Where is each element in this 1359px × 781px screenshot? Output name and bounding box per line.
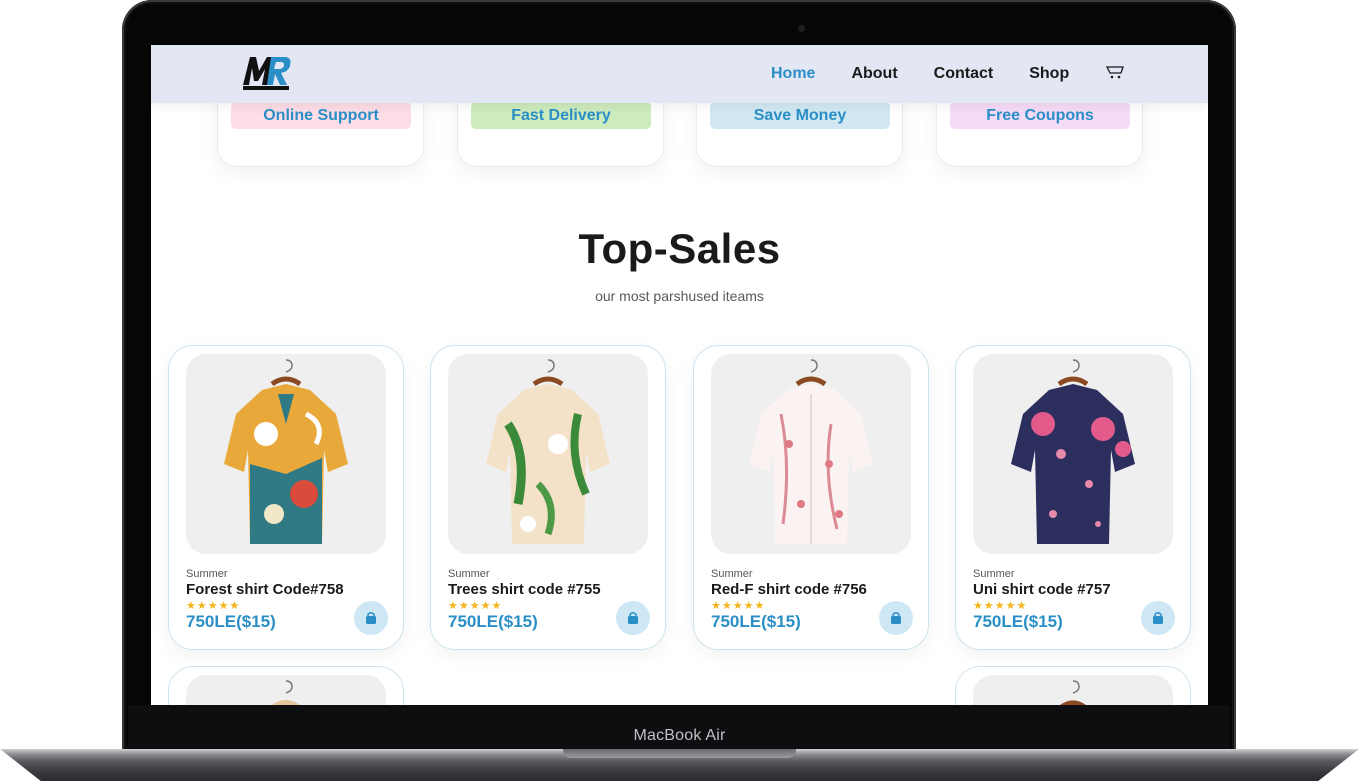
- product-name[interactable]: Trees shirt code #755: [448, 581, 601, 598]
- rating-stars: ★★★★★: [448, 600, 503, 612]
- add-to-cart-button[interactable]: [616, 601, 650, 635]
- laptop-notch: [563, 749, 796, 758]
- product-brand: Summer: [711, 568, 753, 580]
- product-card[interactable]: Summer Red-F shirt code #756 ★★★★★ 750LE…: [693, 345, 929, 650]
- product-price: 750LE($15): [973, 612, 1063, 631]
- add-to-cart-button[interactable]: [1141, 601, 1175, 635]
- cart-icon[interactable]: [1105, 62, 1127, 87]
- rating-stars: ★★★★★: [973, 600, 1028, 612]
- store-logo[interactable]: [241, 51, 293, 93]
- product-card[interactable]: Summer Trees shirt code #755 ★★★★★ 750LE…: [430, 345, 666, 650]
- product-card[interactable]: [168, 666, 404, 705]
- nav-links: Home About Contact Shop: [771, 45, 1127, 103]
- nav-link-contact[interactable]: Contact: [934, 65, 994, 83]
- rating-stars: ★★★★★: [711, 600, 766, 612]
- shopping-bag-icon: [366, 612, 376, 624]
- section-subtitle: our most parshused iteams: [595, 288, 764, 304]
- shopping-bag-icon: [891, 612, 901, 624]
- section-title: Top-Sales: [578, 225, 781, 272]
- feature-label: Free Coupons: [950, 102, 1130, 129]
- logo-mark: [243, 57, 291, 90]
- navbar: Home About Contact Shop: [151, 45, 1208, 103]
- product-image[interactable]: [711, 354, 911, 554]
- add-to-cart-button[interactable]: [879, 601, 913, 635]
- product-image[interactable]: [973, 354, 1173, 554]
- product-image[interactable]: [448, 354, 648, 554]
- shopping-bag-icon: [628, 612, 638, 624]
- add-to-cart-button[interactable]: [354, 601, 388, 635]
- nav-link-home[interactable]: Home: [771, 65, 815, 83]
- product-brand: Summer: [448, 568, 490, 580]
- feature-label: Online Support: [231, 102, 411, 129]
- product-name[interactable]: Forest shirt Code#758: [186, 581, 344, 598]
- product-image[interactable]: [186, 675, 386, 705]
- nav-link-shop[interactable]: Shop: [1029, 65, 1069, 83]
- product-price: 750LE($15): [448, 612, 538, 631]
- product-image[interactable]: [973, 675, 1173, 705]
- browser-viewport: Online Support Fast Delivery Save Money …: [151, 45, 1208, 705]
- product-price: 750LE($15): [186, 612, 276, 631]
- product-image[interactable]: [186, 354, 386, 554]
- product-brand: Summer: [186, 568, 228, 580]
- shopping-bag-icon: [1153, 612, 1163, 624]
- product-price: 750LE($15): [711, 612, 801, 631]
- product-card[interactable]: Summer Forest shirt Code#758 ★★★★★ 750LE…: [168, 345, 404, 650]
- product-card[interactable]: Summer Uni shirt code #757 ★★★★★ 750LE($…: [955, 345, 1191, 650]
- product-card[interactable]: [955, 666, 1191, 705]
- device-label: MacBook Air: [633, 727, 726, 744]
- product-brand: Summer: [973, 568, 1015, 580]
- feature-label: Fast Delivery: [471, 102, 651, 129]
- product-name[interactable]: Red-F shirt code #756: [711, 581, 867, 598]
- nav-link-about[interactable]: About: [851, 65, 897, 83]
- feature-label: Save Money: [710, 102, 890, 129]
- product-name[interactable]: Uni shirt code #757: [973, 581, 1111, 598]
- rating-stars: ★★★★★: [186, 600, 241, 612]
- camera-dot: [798, 25, 805, 32]
